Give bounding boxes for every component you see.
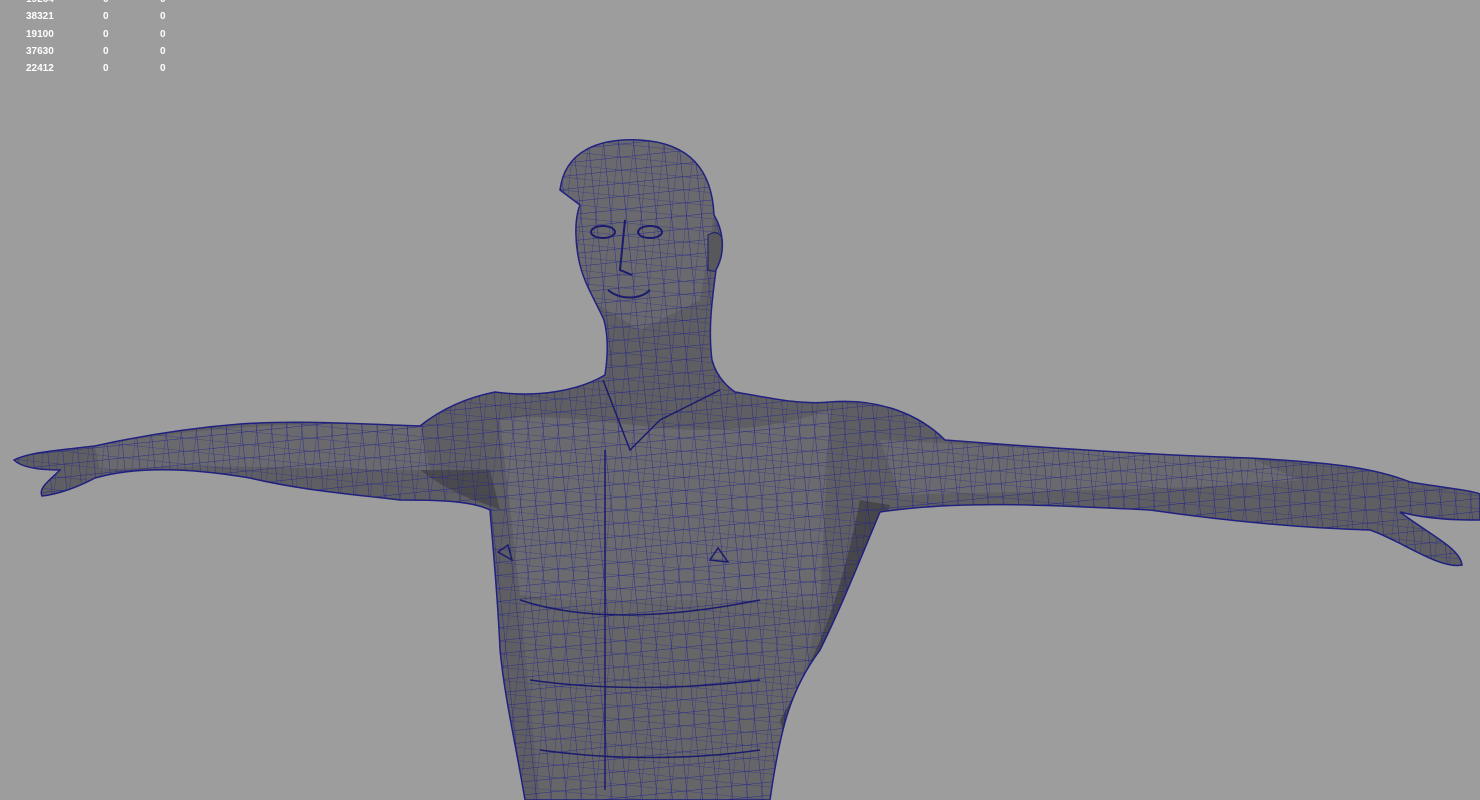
character-mesh[interactable]: [0, 0, 1480, 800]
mesh-body[interactable]: [0, 0, 1480, 800]
3d-viewport[interactable]: 19264 0 0 38321 0 0 19100 0 0 37630 0 0 …: [0, 0, 1480, 800]
